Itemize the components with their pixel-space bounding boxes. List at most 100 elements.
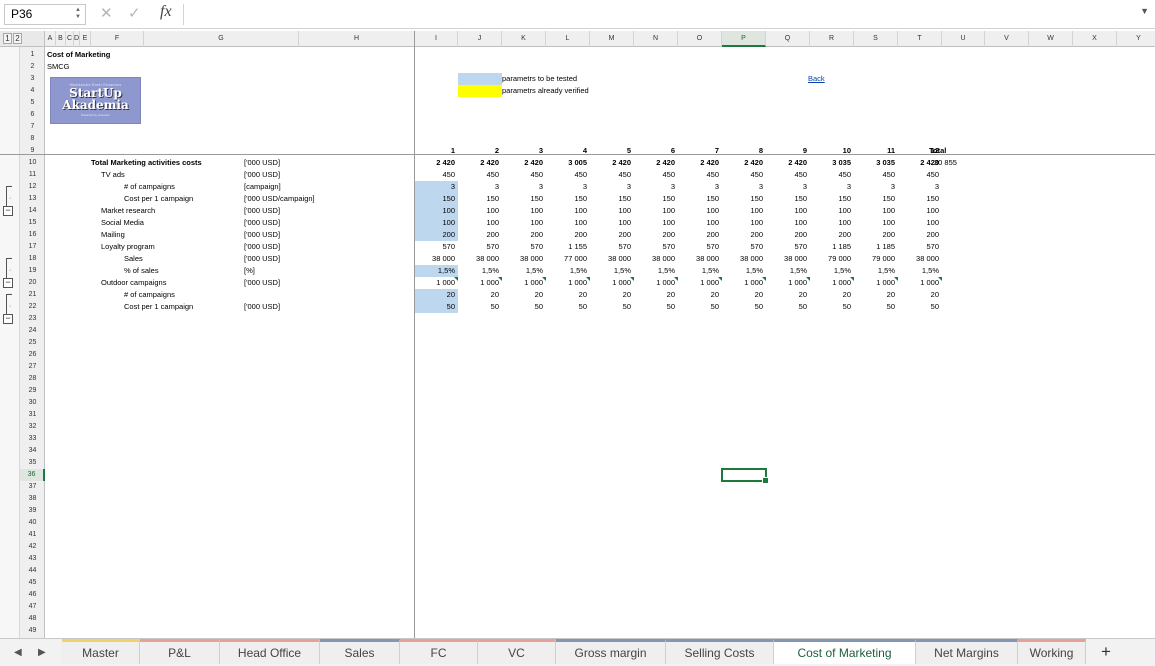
value-cell[interactable]: 79 000 [810, 253, 854, 265]
period-header[interactable]: 2 [458, 145, 502, 157]
column-header-r[interactable]: R [810, 31, 854, 47]
row-header[interactable]: 23 [20, 313, 45, 325]
value-cell[interactable]: 100 [590, 205, 634, 217]
column-header-s[interactable]: S [854, 31, 898, 47]
row-header[interactable]: 13 [20, 193, 45, 205]
value-cell[interactable]: 150 [546, 193, 590, 205]
column-header-y[interactable]: Y [1117, 31, 1155, 47]
value-cell[interactable]: 3 [678, 181, 722, 193]
value-cell[interactable]: 100 [766, 217, 810, 229]
cells-area[interactable]: Cost of Marketing SMCG Wealsbeale Breet Ee… [0, 31, 1155, 638]
outline-level-1-button[interactable]: 1 [3, 33, 12, 44]
value-cell[interactable]: 38 000 [766, 253, 810, 265]
period-header[interactable]: 4 [546, 145, 590, 157]
row-header[interactable]: 11 [20, 169, 45, 181]
value-cell[interactable]: 3 [634, 181, 678, 193]
value-cell[interactable]: 100 [854, 217, 898, 229]
value-cell[interactable]: 1 000 [766, 277, 810, 289]
row-header[interactable]: 18 [20, 253, 45, 265]
row-unit[interactable]: ['000 USD] [244, 241, 360, 253]
row-header[interactable]: 42 [20, 541, 45, 553]
value-cell[interactable]: 1,5% [415, 265, 458, 277]
value-cell[interactable]: 50 [898, 301, 942, 313]
column-header-i[interactable]: I [415, 31, 458, 47]
row-header[interactable]: 45 [20, 577, 45, 589]
value-cell[interactable]: 20 [678, 289, 722, 301]
value-cell[interactable]: 38 000 [722, 253, 766, 265]
row-unit[interactable]: ['000 USD] [244, 229, 360, 241]
row-header[interactable]: 30 [20, 397, 45, 409]
value-cell[interactable]: 200 [634, 229, 678, 241]
sheet-tab-p-l[interactable]: P&L [140, 639, 220, 664]
row-header[interactable]: 17 [20, 241, 45, 253]
value-cell[interactable]: 20 [810, 289, 854, 301]
value-cell[interactable]: 20 [854, 289, 898, 301]
value-cell[interactable]: 1,5% [590, 265, 634, 277]
sheet-title[interactable]: Cost of Marketing [47, 49, 187, 61]
value-cell[interactable]: 450 [415, 169, 458, 181]
value-cell[interactable]: 100 [502, 217, 546, 229]
row-header[interactable]: 19 [20, 265, 45, 277]
value-cell[interactable]: 100 [546, 217, 590, 229]
value-cell[interactable]: 1,5% [854, 265, 898, 277]
column-header-n[interactable]: N [634, 31, 678, 47]
value-cell[interactable]: 38 000 [678, 253, 722, 265]
value-cell[interactable]: 50 [810, 301, 854, 313]
row-header[interactable]: 31 [20, 409, 45, 421]
value-cell[interactable]: 3 [898, 181, 942, 193]
value-cell[interactable]: 150 [502, 193, 546, 205]
value-cell[interactable]: 2 420 [766, 157, 810, 169]
collapse-group-icon[interactable]: − [3, 206, 13, 216]
row-header[interactable]: 1 [20, 49, 45, 61]
value-cell[interactable]: 570 [898, 241, 942, 253]
row-header[interactable]: 40 [20, 517, 45, 529]
expand-formula-bar-icon[interactable]: ▼ [1140, 6, 1149, 16]
value-cell[interactable]: 150 [415, 193, 458, 205]
column-header-j[interactable]: J [458, 31, 502, 47]
row-header[interactable]: 34 [20, 445, 45, 457]
value-cell[interactable]: 1,5% [458, 265, 502, 277]
value-cell[interactable]: 200 [415, 229, 458, 241]
row-header[interactable]: 33 [20, 433, 45, 445]
row-header[interactable]: 38 [20, 493, 45, 505]
value-cell[interactable]: 150 [766, 193, 810, 205]
value-cell[interactable]: 1 000 [590, 277, 634, 289]
value-cell[interactable]: 2 420 [502, 157, 546, 169]
value-cell[interactable]: 100 [415, 205, 458, 217]
value-cell[interactable]: 200 [898, 229, 942, 241]
row-header[interactable]: 44 [20, 565, 45, 577]
row-header[interactable]: 12 [20, 181, 45, 193]
total-header[interactable]: Total [929, 145, 972, 157]
column-header-g[interactable]: G [144, 31, 299, 47]
formula-input[interactable] [183, 4, 1149, 25]
sheet-tab-net-margins[interactable]: Net Margins [916, 639, 1018, 664]
value-cell[interactable]: 2 420 [678, 157, 722, 169]
value-cell[interactable]: 450 [502, 169, 546, 181]
value-cell[interactable]: 570 [678, 241, 722, 253]
value-cell[interactable]: 100 [590, 217, 634, 229]
value-cell[interactable]: 450 [722, 169, 766, 181]
value-cell[interactable]: 1,5% [678, 265, 722, 277]
value-cell[interactable]: 450 [678, 169, 722, 181]
period-header[interactable]: 10 [810, 145, 854, 157]
row-header[interactable]: 36 [20, 469, 45, 481]
row-header[interactable]: 2 [20, 61, 45, 73]
column-header-a[interactable]: A [45, 31, 56, 47]
value-cell[interactable]: 1 000 [854, 277, 898, 289]
value-cell[interactable]: 200 [502, 229, 546, 241]
row-header[interactable]: 6 [20, 109, 45, 121]
value-cell[interactable]: 100 [810, 217, 854, 229]
sheet-tab-sales[interactable]: Sales [320, 639, 400, 664]
value-cell[interactable]: 570 [415, 241, 458, 253]
row-header[interactable]: 49 [20, 625, 45, 637]
value-cell[interactable]: 20 [722, 289, 766, 301]
back-link[interactable]: Back [808, 73, 825, 85]
value-cell[interactable]: 38 000 [415, 253, 458, 265]
value-cell[interactable]: 100 [546, 205, 590, 217]
value-cell[interactable]: 150 [854, 193, 898, 205]
column-header-l[interactable]: L [546, 31, 590, 47]
value-cell[interactable]: 3 [810, 181, 854, 193]
period-header[interactable]: 3 [502, 145, 546, 157]
value-cell[interactable]: 3 035 [810, 157, 854, 169]
value-cell[interactable]: 150 [590, 193, 634, 205]
